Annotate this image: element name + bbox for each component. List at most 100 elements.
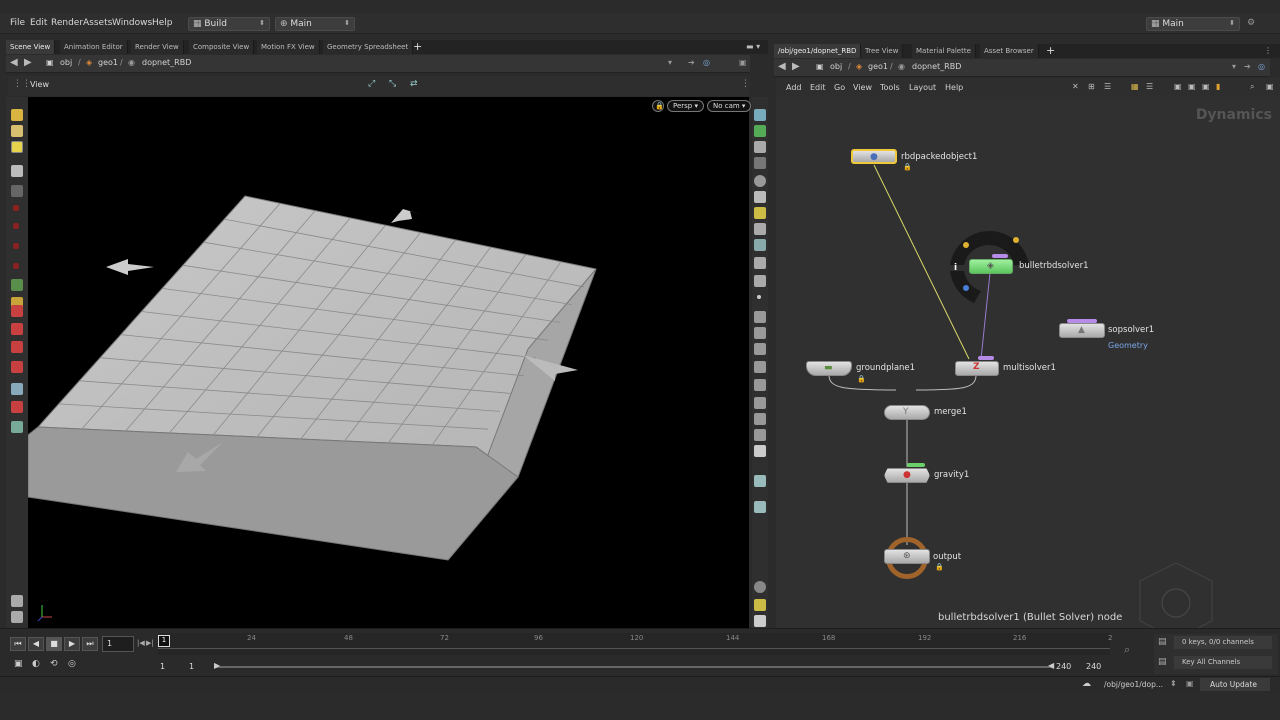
speaker-icon[interactable]: ◐ [32, 659, 40, 669]
play-reverse-button[interactable]: ◀ [28, 637, 44, 651]
realtime-icon[interactable]: ◎ [68, 659, 76, 669]
status-option-icon[interactable]: ▣ [1186, 679, 1194, 688]
range-end-2[interactable]: 240 [1086, 662, 1101, 671]
handle-arrow-left[interactable] [106, 259, 154, 275]
point-icon[interactable] [757, 295, 761, 299]
path-dropdown-icon[interactable]: ▾ [668, 58, 672, 67]
snap-grid-icon[interactable] [11, 341, 23, 353]
crumb-dopnet[interactable]: dopnet_RBD [912, 62, 961, 71]
network-editor[interactable]: Dynamics ● rbdpackedobject1 🔒 i ◈ bullet… [776, 97, 1280, 628]
list-icon[interactable]: ☰ [1104, 82, 1111, 91]
path-dropdown-icon[interactable]: ▾ [1232, 62, 1236, 71]
menu-layout[interactable]: Layout [909, 83, 936, 92]
range-start-2[interactable]: 1 [189, 662, 194, 671]
search-keys-icon[interactable]: ⌕ [1124, 643, 1130, 657]
menu-file[interactable]: File [10, 18, 25, 28]
channel-icon[interactable]: ▤ [1158, 637, 1167, 647]
select-tool-icon[interactable]: ⤢ [368, 79, 375, 89]
magnet-icon[interactable] [11, 305, 23, 317]
key-all-button[interactable]: Key All Channels [1174, 656, 1272, 669]
keys-dropdown[interactable]: 0 keys, 0/0 channels [1174, 636, 1272, 649]
tab-network-editor[interactable]: /obj/geo1/dopnet_RBD [774, 44, 862, 58]
tab-material-palette[interactable]: Material Palette [912, 44, 976, 58]
lock-icon[interactable] [11, 185, 23, 197]
menu-help[interactable]: Help [152, 18, 173, 28]
display-option-icon[interactable] [754, 397, 766, 409]
scene-viewport[interactable] [28, 97, 749, 628]
menu-render[interactable]: Render [51, 18, 83, 28]
pose-icon[interactable] [11, 383, 23, 395]
crumb-obj[interactable]: obj [830, 62, 842, 71]
display-option-icon[interactable] [754, 379, 766, 391]
camera-dropdown[interactable]: Persp ▾ [667, 100, 704, 112]
update-mode-dropdown[interactable]: Auto Update [1200, 678, 1270, 691]
pin-icon[interactable]: ➔ [688, 58, 695, 67]
search-icon[interactable]: ⌕ [1250, 82, 1254, 92]
cloud-icon[interactable]: ☁ [1082, 679, 1091, 689]
node-rbdpackedobject1[interactable]: ● [851, 149, 897, 164]
range-start[interactable]: 1 [160, 662, 165, 671]
tab-render-view[interactable]: Render View [131, 40, 184, 54]
jump-end-button[interactable]: ⏭ [82, 637, 98, 651]
display-option-icon[interactable] [754, 429, 766, 441]
display-option-icon[interactable] [754, 275, 766, 287]
crumb-geo1[interactable]: geo1 [98, 58, 118, 67]
info-icon[interactable] [754, 581, 766, 593]
network-option-icon[interactable]: ▣ [1188, 82, 1196, 91]
tab-geometry-spreadsheet[interactable]: Geometry Spreadsheet [323, 40, 414, 54]
link-icon[interactable]: ◎ [1258, 62, 1265, 71]
rotate-tool-icon[interactable]: ⇄ [410, 79, 418, 89]
wireframe-icon[interactable] [754, 191, 766, 203]
tab-composite-view[interactable]: Composite View [189, 40, 255, 54]
camera-icon[interactable] [11, 611, 23, 623]
brush-tool-icon[interactable] [11, 109, 23, 121]
link-icon[interactable]: ◎ [703, 58, 710, 67]
select-arrow-icon[interactable] [11, 165, 23, 177]
menu-view[interactable]: View [853, 83, 872, 92]
range-handle-end-icon[interactable]: ◀ [1048, 661, 1054, 670]
pane-menu-icon[interactable]: ⋮ [1264, 46, 1272, 55]
tab-asset-browser[interactable]: Asset Browser [980, 44, 1039, 58]
node-bulletrbdsolver1[interactable]: ◈ [969, 259, 1013, 274]
layout-icon[interactable]: ⊞ [1088, 82, 1095, 91]
display-option-icon[interactable] [754, 257, 766, 269]
display-option-icon[interactable] [754, 157, 766, 169]
loop-icon[interactable]: ⟲ [50, 659, 58, 669]
network-option-icon[interactable]: ▣ [1202, 82, 1210, 91]
add-tab-icon[interactable]: + [413, 40, 422, 53]
node-info-icon[interactable]: i [954, 263, 957, 273]
grid-icon[interactable] [754, 599, 766, 611]
settings-icon[interactable]: ⚙ [1247, 18, 1255, 28]
sculpt-tool-icon[interactable] [11, 125, 23, 137]
stop-button[interactable]: ■ [46, 637, 62, 651]
tools-icon[interactable]: ✕ [1072, 82, 1079, 91]
sticky-note-icon[interactable]: ▮ [1216, 82, 1220, 91]
layout-dropdown[interactable]: ⊕ Main ⬍ [275, 17, 355, 31]
render-icon[interactable] [11, 421, 23, 433]
forward-icon[interactable]: ▶ [24, 57, 32, 68]
jump-start-button[interactable]: ⏮ [10, 637, 26, 651]
grid-view-icon[interactable]: ▦ [1131, 82, 1139, 91]
range-handle-start-icon[interactable]: ▶ [214, 661, 220, 670]
key-icon[interactable]: ▤ [1158, 657, 1167, 667]
tab-animation-editor[interactable]: Animation Editor [60, 40, 128, 54]
status-path[interactable]: /obj/geo1/dop... [1104, 680, 1163, 689]
expand-icon[interactable]: ▣ [739, 58, 747, 67]
display-option-icon[interactable] [754, 109, 766, 121]
display-option-icon[interactable] [754, 501, 766, 513]
view-tool-icon[interactable] [11, 401, 23, 413]
menu-assets[interactable]: Assets [83, 18, 112, 28]
display-option-icon[interactable] [754, 223, 766, 235]
menu-windows[interactable]: Windows [112, 18, 152, 28]
node-sopsolver1[interactable]: ▲ [1059, 323, 1105, 338]
tab-tree-view[interactable]: Tree View [861, 44, 904, 58]
display-option-icon[interactable] [754, 239, 766, 251]
timeline-track[interactable]: 1 24 48 72 96 120 144 168 192 216 2 [158, 633, 1112, 655]
range-end[interactable]: 240 [1056, 662, 1071, 671]
display-option-icon[interactable] [754, 311, 766, 323]
back-icon[interactable]: ◀ [778, 61, 786, 72]
lock-camera-icon[interactable]: 🔒 [652, 100, 664, 112]
pane-menu-icon[interactable]: ▬ ▾ [746, 42, 760, 51]
step-forward-icon[interactable]: ▶| [146, 639, 154, 647]
display-option-icon[interactable] [754, 327, 766, 339]
